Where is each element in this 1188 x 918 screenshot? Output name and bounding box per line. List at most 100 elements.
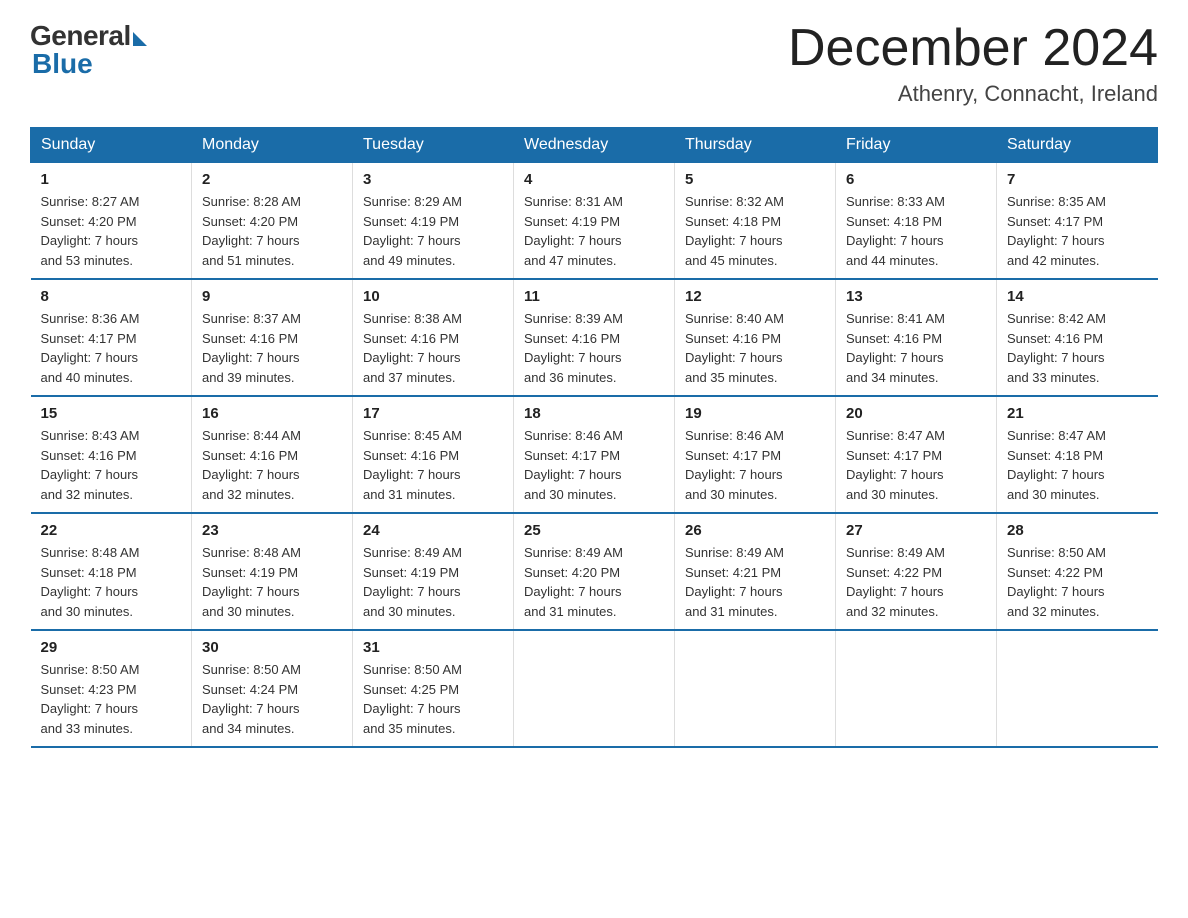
day-info: Sunrise: 8:50 AMSunset: 4:25 PMDaylight:… — [363, 660, 503, 738]
logo-blue-text: Blue — [32, 48, 93, 80]
day-info: Sunrise: 8:32 AMSunset: 4:18 PMDaylight:… — [685, 192, 825, 270]
header-cell-sunday: Sunday — [31, 128, 192, 163]
day-number: 4 — [524, 171, 664, 188]
logo: General Blue — [30, 20, 147, 80]
day-number: 27 — [846, 522, 986, 539]
day-cell: 28 Sunrise: 8:50 AMSunset: 4:22 PMDayligh… — [997, 513, 1158, 630]
week-row-1: 1 Sunrise: 8:27 AMSunset: 4:20 PMDaylight… — [31, 163, 1158, 280]
day-cell: 23 Sunrise: 8:48 AMSunset: 4:19 PMDayligh… — [192, 513, 353, 630]
day-number: 11 — [524, 288, 664, 305]
day-cell: 12Sunrise: 8:40 AMSunset: 4:16 PMDayligh… — [675, 279, 836, 396]
day-cell: 16 Sunrise: 8:44 AMSunset: 4:16 PMDayligh… — [192, 396, 353, 513]
day-number: 25 — [524, 522, 664, 539]
header-cell-saturday: Saturday — [997, 128, 1158, 163]
day-info: Sunrise: 8:50 AMSunset: 4:24 PMDaylight:… — [202, 660, 342, 738]
day-number: 7 — [1007, 171, 1148, 188]
day-cell: 6 Sunrise: 8:33 AMSunset: 4:18 PMDaylight… — [836, 163, 997, 280]
day-number: 2 — [202, 171, 342, 188]
day-info: Sunrise: 8:36 AMSunset: 4:17 PMDaylight:… — [41, 309, 182, 387]
day-info: Sunrise: 8:48 AMSunset: 4:18 PMDaylight:… — [41, 543, 182, 621]
day-info: Sunrise: 8:49 AMSunset: 4:19 PMDaylight:… — [363, 543, 503, 621]
day-cell: 15 Sunrise: 8:43 AMSunset: 4:16 PMDayligh… — [31, 396, 192, 513]
day-cell: 30 Sunrise: 8:50 AMSunset: 4:24 PMDayligh… — [192, 630, 353, 747]
day-info: Sunrise: 8:29 AMSunset: 4:19 PMDaylight:… — [363, 192, 503, 270]
day-info: Sunrise: 8:44 AMSunset: 4:16 PMDaylight:… — [202, 426, 342, 504]
day-info: Sunrise: 8:37 AMSunset: 4:16 PMDaylight:… — [202, 309, 342, 387]
page-header: General Blue December 2024 Athenry, Conn… — [30, 20, 1158, 107]
calendar-header: SundayMondayTuesdayWednesdayThursdayFrid… — [31, 128, 1158, 163]
day-cell: 29 Sunrise: 8:50 AMSunset: 4:23 PMDayligh… — [31, 630, 192, 747]
day-info: Sunrise: 8:42 AMSunset: 4:16 PMDaylight:… — [1007, 309, 1148, 387]
logo-arrow-icon — [133, 32, 147, 46]
day-number: 1 — [41, 171, 182, 188]
day-info: Sunrise: 8:43 AMSunset: 4:16 PMDaylight:… — [41, 426, 182, 504]
day-number: 14 — [1007, 288, 1148, 305]
calendar-table: SundayMondayTuesdayWednesdayThursdayFrid… — [30, 127, 1158, 748]
day-number: 17 — [363, 405, 503, 422]
day-cell: 9 Sunrise: 8:37 AMSunset: 4:16 PMDaylight… — [192, 279, 353, 396]
week-row-3: 15 Sunrise: 8:43 AMSunset: 4:16 PMDayligh… — [31, 396, 1158, 513]
day-cell: 18Sunrise: 8:46 AMSunset: 4:17 PMDayligh… — [514, 396, 675, 513]
day-cell: 5 Sunrise: 8:32 AMSunset: 4:18 PMDaylight… — [675, 163, 836, 280]
day-number: 23 — [202, 522, 342, 539]
day-info: Sunrise: 8:49 AMSunset: 4:20 PMDaylight:… — [524, 543, 664, 621]
day-number: 15 — [41, 405, 182, 422]
day-number: 8 — [41, 288, 182, 305]
day-info: Sunrise: 8:28 AMSunset: 4:20 PMDaylight:… — [202, 192, 342, 270]
week-row-4: 22Sunrise: 8:48 AMSunset: 4:18 PMDayligh… — [31, 513, 1158, 630]
day-cell: 25 Sunrise: 8:49 AMSunset: 4:20 PMDayligh… — [514, 513, 675, 630]
day-cell — [997, 630, 1158, 747]
day-cell — [836, 630, 997, 747]
day-info: Sunrise: 8:27 AMSunset: 4:20 PMDaylight:… — [41, 192, 182, 270]
week-row-2: 8 Sunrise: 8:36 AMSunset: 4:17 PMDaylight… — [31, 279, 1158, 396]
day-info: Sunrise: 8:40 AMSunset: 4:16 PMDaylight:… — [685, 309, 825, 387]
day-cell: 14 Sunrise: 8:42 AMSunset: 4:16 PMDayligh… — [997, 279, 1158, 396]
day-number: 28 — [1007, 522, 1148, 539]
header-cell-friday: Friday — [836, 128, 997, 163]
day-cell: 4 Sunrise: 8:31 AMSunset: 4:19 PMDaylight… — [514, 163, 675, 280]
month-title: December 2024 — [788, 20, 1158, 77]
day-info: Sunrise: 8:31 AMSunset: 4:19 PMDaylight:… — [524, 192, 664, 270]
day-info: Sunrise: 8:46 AMSunset: 4:17 PMDaylight:… — [524, 426, 664, 504]
day-info: Sunrise: 8:50 AMSunset: 4:23 PMDaylight:… — [41, 660, 182, 738]
header-cell-wednesday: Wednesday — [514, 128, 675, 163]
calendar-body: 1 Sunrise: 8:27 AMSunset: 4:20 PMDaylight… — [31, 163, 1158, 748]
day-number: 3 — [363, 171, 503, 188]
day-cell: 7 Sunrise: 8:35 AMSunset: 4:17 PMDaylight… — [997, 163, 1158, 280]
day-info: Sunrise: 8:35 AMSunset: 4:17 PMDaylight:… — [1007, 192, 1148, 270]
day-info: Sunrise: 8:47 AMSunset: 4:17 PMDaylight:… — [846, 426, 986, 504]
day-cell: 8 Sunrise: 8:36 AMSunset: 4:17 PMDaylight… — [31, 279, 192, 396]
day-number: 9 — [202, 288, 342, 305]
day-info: Sunrise: 8:48 AMSunset: 4:19 PMDaylight:… — [202, 543, 342, 621]
day-number: 13 — [846, 288, 986, 305]
day-number: 16 — [202, 405, 342, 422]
day-number: 5 — [685, 171, 825, 188]
day-info: Sunrise: 8:49 AMSunset: 4:22 PMDaylight:… — [846, 543, 986, 621]
day-cell: 27 Sunrise: 8:49 AMSunset: 4:22 PMDayligh… — [836, 513, 997, 630]
day-info: Sunrise: 8:45 AMSunset: 4:16 PMDaylight:… — [363, 426, 503, 504]
day-cell: 17 Sunrise: 8:45 AMSunset: 4:16 PMDayligh… — [353, 396, 514, 513]
header-cell-thursday: Thursday — [675, 128, 836, 163]
day-cell: 26 Sunrise: 8:49 AMSunset: 4:21 PMDayligh… — [675, 513, 836, 630]
day-info: Sunrise: 8:50 AMSunset: 4:22 PMDaylight:… — [1007, 543, 1148, 621]
day-info: Sunrise: 8:41 AMSunset: 4:16 PMDaylight:… — [846, 309, 986, 387]
day-cell: 13 Sunrise: 8:41 AMSunset: 4:16 PMDayligh… — [836, 279, 997, 396]
day-number: 6 — [846, 171, 986, 188]
day-cell — [514, 630, 675, 747]
location-title: Athenry, Connacht, Ireland — [788, 81, 1158, 107]
day-number: 30 — [202, 639, 342, 656]
day-cell: 11 Sunrise: 8:39 AMSunset: 4:16 PMDayligh… — [514, 279, 675, 396]
day-info: Sunrise: 8:38 AMSunset: 4:16 PMDaylight:… — [363, 309, 503, 387]
day-number: 29 — [41, 639, 182, 656]
day-info: Sunrise: 8:39 AMSunset: 4:16 PMDaylight:… — [524, 309, 664, 387]
day-info: Sunrise: 8:33 AMSunset: 4:18 PMDaylight:… — [846, 192, 986, 270]
day-info: Sunrise: 8:49 AMSunset: 4:21 PMDaylight:… — [685, 543, 825, 621]
day-cell: 3 Sunrise: 8:29 AMSunset: 4:19 PMDaylight… — [353, 163, 514, 280]
day-number: 26 — [685, 522, 825, 539]
day-number: 19 — [685, 405, 825, 422]
day-number: 10 — [363, 288, 503, 305]
day-cell: 20 Sunrise: 8:47 AMSunset: 4:17 PMDayligh… — [836, 396, 997, 513]
day-number: 20 — [846, 405, 986, 422]
title-block: December 2024 Athenry, Connacht, Ireland — [788, 20, 1158, 107]
day-number: 31 — [363, 639, 503, 656]
